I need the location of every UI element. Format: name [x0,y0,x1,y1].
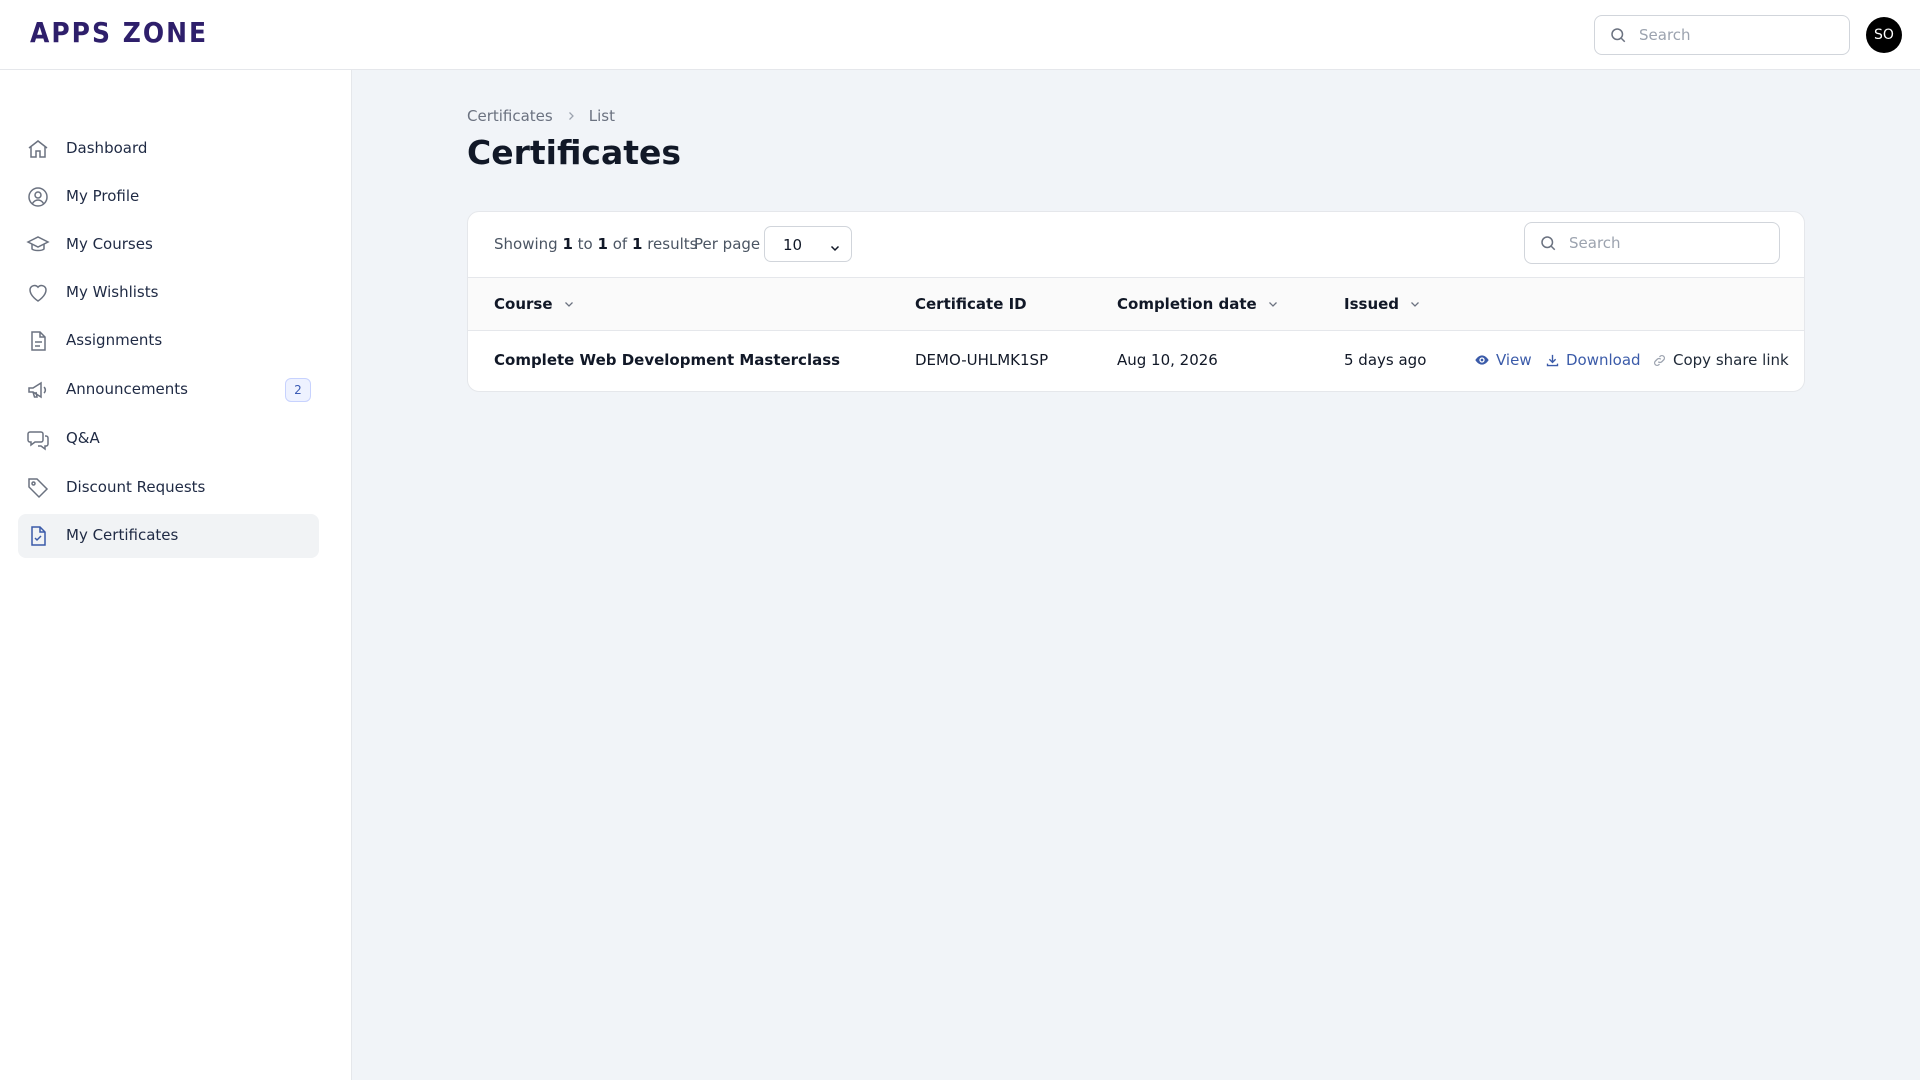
certificates-table-card: Showing 1 to 1 of 1 results Per page 10 … [467,211,1805,392]
sidebar-item-qa[interactable]: Q&A [18,417,319,461]
user-circle-icon [26,185,50,209]
view-button[interactable]: View [1474,351,1532,369]
top-bar: APPS ZONE SO [0,0,1920,70]
table-row: Complete Web Development Masterclass DEM… [468,331,1804,391]
sidebar-item-assignments[interactable]: Assignments [18,319,319,363]
document-check-icon [26,524,50,548]
sidebar-item-label: My Wishlists [66,283,159,301]
table-header: Course Certificate ID Completion date Is… [468,277,1804,331]
sidebar-item-label: Q&A [66,429,100,447]
sidebar-item-label: Dashboard [66,139,148,157]
sidebar-item-label: Discount Requests [66,478,206,496]
breadcrumb-parent-link[interactable]: Certificates [467,107,553,125]
eye-icon [1475,355,1489,365]
avatar[interactable]: SO [1866,17,1902,53]
column-header-label: Issued [1344,295,1400,313]
chevron-down-icon [829,239,841,258]
breadcrumb-current: List [588,107,615,125]
chat-bubbles-icon [26,427,50,451]
chevron-down-icon [564,302,573,307]
summary-to-word: to [577,235,593,253]
sidebar-item-label: Announcements [66,380,188,398]
summary-prefix: Showing [494,235,558,253]
column-header-certificate-id: Certificate ID [915,295,1027,313]
copy-share-link-label: Copy share link [1673,351,1789,369]
sidebar-item-dashboard[interactable]: Dashboard [18,127,319,171]
megaphone-icon [26,378,50,402]
summary-of-word: of [612,235,628,253]
summary-from: 1 [562,235,573,253]
sidebar-item-my-profile[interactable]: My Profile [18,175,319,219]
table-toolbar: Showing 1 to 1 of 1 results Per page 10 [468,212,1804,277]
summary-total: 1 [631,235,643,253]
results-summary: Showing 1 to 1 of 1 results [494,235,697,253]
cell-certificate-id: DEMO-UHLMK1SP [915,351,1049,369]
search-icon [1609,26,1627,48]
sidebar-item-label: My Profile [66,187,140,205]
per-page-select[interactable]: 10 [764,226,852,262]
announcements-count-badge: 2 [285,378,311,402]
link-icon [1654,354,1665,366]
download-button[interactable]: Download [1545,351,1641,369]
tag-icon [26,476,50,500]
column-header-course[interactable]: Course [494,295,575,313]
graduation-cap-icon [26,233,50,257]
summary-to: 1 [597,235,608,253]
sidebar: Dashboard My Profile My Courses My Wishl… [0,70,352,1080]
chevron-down-icon [1268,302,1277,307]
view-label: View [1496,351,1532,369]
global-search-input[interactable] [1639,16,1839,54]
cell-course: Complete Web Development Masterclass [494,351,841,369]
column-header-completion-date[interactable]: Completion date [1117,295,1279,313]
sidebar-item-announcements[interactable]: Announcements 2 [18,368,319,412]
global-search[interactable] [1594,15,1850,55]
sidebar-item-my-courses[interactable]: My Courses [18,223,319,267]
search-icon [1539,234,1557,256]
download-icon [1546,354,1559,366]
cell-issued: 5 days ago [1344,351,1427,369]
per-page-label: Per page [694,235,761,253]
per-page-value: 10 [783,236,803,254]
download-label: Download [1566,351,1641,369]
column-header-issued[interactable]: Issued [1344,295,1421,313]
sidebar-item-my-wishlists[interactable]: My Wishlists [18,271,319,315]
sidebar-item-discount-requests[interactable]: Discount Requests [18,466,319,510]
sidebar-item-label: Assignments [66,331,163,349]
heart-icon [26,281,50,305]
chevron-down-icon [1411,302,1419,307]
column-header-label: Course [494,295,553,313]
home-icon [26,137,50,161]
sidebar-item-label: My Certificates [66,526,179,544]
sidebar-item-label: My Courses [66,235,153,253]
document-icon [26,329,50,353]
page-title: Certificates [467,133,682,172]
column-header-label: Completion date [1117,295,1257,313]
chevron-right-icon [565,110,577,122]
summary-suffix: results [647,235,698,253]
sidebar-item-my-certificates[interactable]: My Certificates [18,514,319,558]
breadcrumb: Certificates List [467,107,615,125]
cell-completion-date: Aug 10, 2026 [1117,351,1218,369]
app-logo[interactable]: APPS ZONE [30,17,208,49]
table-search[interactable] [1524,222,1780,264]
table-search-input[interactable] [1569,223,1769,263]
column-header-label: Certificate ID [915,295,1027,313]
copy-share-link-button[interactable]: Copy share link [1652,351,1789,369]
